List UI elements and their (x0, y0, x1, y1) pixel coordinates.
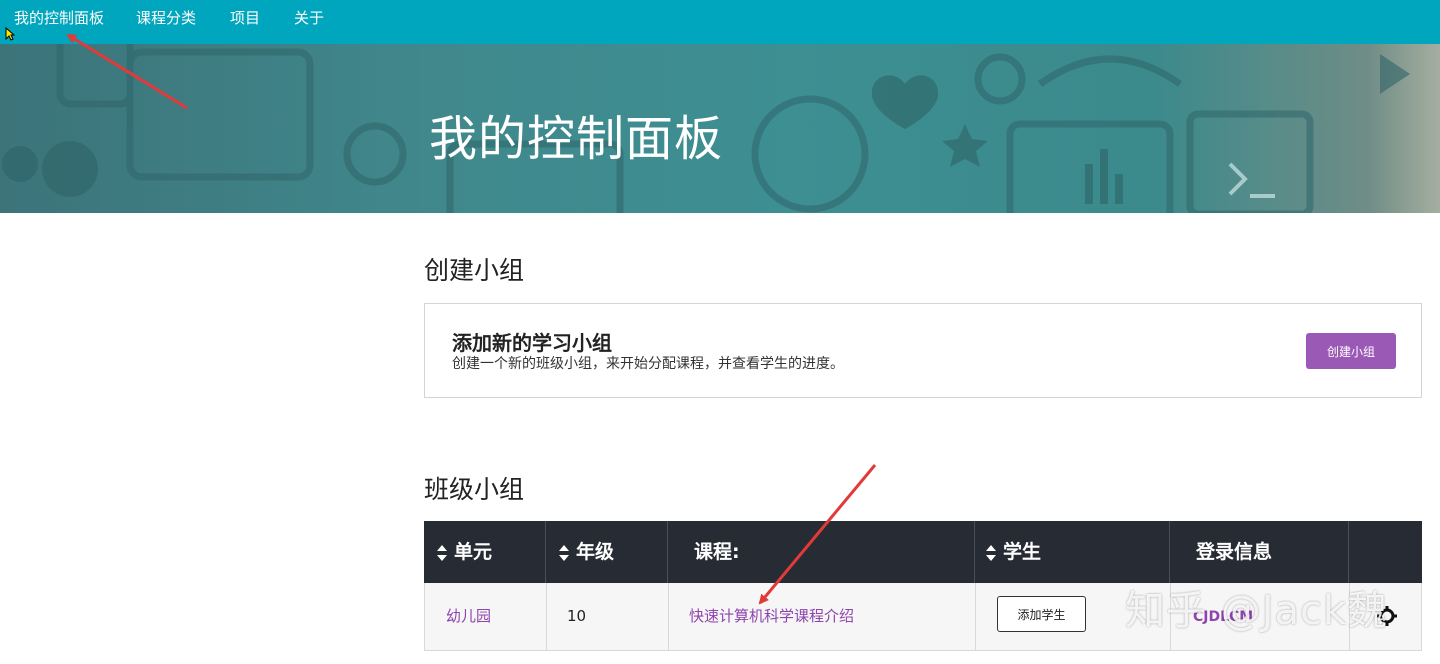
column-header-login-info: 登录信息 (1170, 521, 1349, 583)
column-header-course: 课程: (668, 521, 975, 583)
page-title: 我的控制面板 (429, 111, 724, 167)
mouse-cursor-icon (5, 27, 15, 41)
column-header-students[interactable]: 学生 (975, 521, 1170, 583)
card-description: 创建一个新的班级小组，来开始分配课程，并查看学生的进度。 (452, 356, 844, 372)
cell-course: 快速计算机科学课程介绍 (669, 583, 976, 650)
create-group-heading: 创建小组 (424, 256, 525, 285)
sort-icon (986, 544, 996, 561)
course-link[interactable]: 快速计算机科学课程介绍 (689, 607, 854, 625)
class-groups-heading: 班级小组 (424, 475, 525, 504)
column-header-unit[interactable]: 单元 (424, 521, 546, 583)
card-title: 添加新的学习小组 (452, 331, 612, 355)
nav-item-about[interactable]: 关于 (294, 7, 324, 28)
nav-item-projects[interactable]: 项目 (230, 7, 260, 28)
sort-icon (559, 544, 569, 561)
cell-grade: 10 (547, 583, 669, 650)
nav-item-dashboard[interactable]: 我的控制面板 (14, 7, 104, 28)
create-group-button[interactable]: 创建小组 (1306, 333, 1396, 369)
watermark: 知乎 @Jack魏 (1125, 588, 1389, 634)
cell-unit: 幼儿园 (425, 583, 547, 650)
table-header: 单元 年级 课程: 学生 登录信息 (424, 521, 1422, 583)
create-group-card: 添加新的学习小组 创建一个新的班级小组，来开始分配课程，并查看学生的进度。 创建… (424, 303, 1422, 398)
nav-item-course-categories[interactable]: 课程分类 (136, 7, 196, 28)
column-header-grade[interactable]: 年级 (546, 521, 668, 583)
sort-icon (437, 544, 447, 561)
add-student-button[interactable]: 添加学生 (997, 596, 1086, 632)
unit-link[interactable]: 幼儿园 (446, 607, 491, 625)
top-nav: 我的控制面板 课程分类 项目 关于 (0, 0, 1440, 44)
hero-banner: 我的控制面板 (0, 44, 1440, 213)
column-header-actions (1349, 521, 1422, 583)
